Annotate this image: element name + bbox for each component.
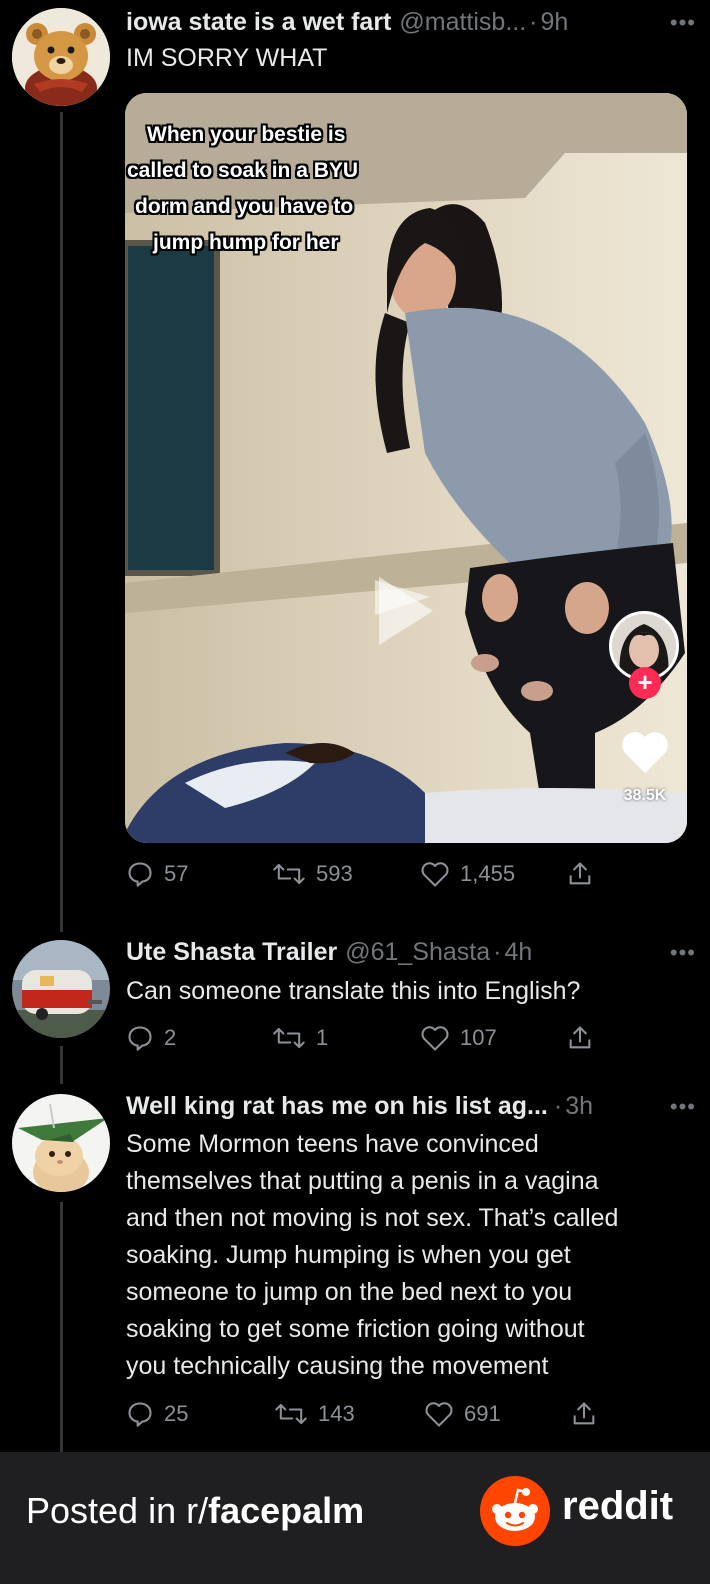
thread-line	[60, 1202, 63, 1452]
tweet-text-line: someone to jump on the bed next to you	[126, 1278, 573, 1306]
share-icon	[566, 1024, 594, 1052]
tweet-text-line: themselves that putting a penis in a vag…	[126, 1167, 599, 1195]
tweet-text-line: soaking to get some friction going witho…	[126, 1315, 585, 1343]
retweet-count: 1	[316, 1025, 329, 1050]
like-count: 107	[460, 1025, 497, 1050]
reply-count: 25	[164, 1401, 189, 1426]
avatar[interactable]	[12, 940, 110, 1038]
retweet-button[interactable]: 143	[274, 1401, 424, 1427]
separator-dot: ·	[493, 938, 502, 966]
video-caption-line: dorm and you have to	[135, 195, 354, 218]
video-caption-line: called to soak in a BYU	[127, 159, 359, 182]
separator-dot: ·	[553, 1092, 563, 1120]
reddit-wordmark: reddit	[562, 1484, 674, 1528]
share-button[interactable]	[566, 860, 594, 888]
reddit-footer-banner: Posted in r/facepalm reddit	[0, 1452, 710, 1584]
reply-button[interactable]: 25	[126, 1400, 274, 1428]
tweet-text-line: you technically causing the movement	[126, 1352, 549, 1380]
video-caption-line: jump hump for her	[153, 231, 339, 254]
reply-count: 57	[164, 861, 189, 886]
like-button[interactable]: 691	[424, 1400, 570, 1428]
heart-outline-icon	[420, 860, 450, 888]
video-thumbnail[interactable]: When your bestie is called to soak in a …	[125, 93, 687, 843]
like-button[interactable]: 107	[420, 1024, 566, 1052]
posted-in-prefix: Posted in r/	[26, 1490, 209, 1531]
posted-in-label: Posted in r/facepalm	[26, 1490, 364, 1532]
tweet-actions: 57 593 1,455	[126, 860, 606, 888]
reply-button[interactable]: 2	[126, 1024, 272, 1052]
timestamp[interactable]: 3h	[565, 1092, 593, 1121]
thread-line	[60, 112, 63, 932]
like-count: 1,455	[460, 861, 516, 886]
user-handle[interactable]: @mattisb...	[399, 8, 526, 37]
tweet-actions: 2 1 107	[126, 1024, 606, 1052]
like-count: 691	[464, 1401, 501, 1426]
tweet-actions: 25 143 691	[126, 1400, 606, 1428]
reply-icon	[126, 1024, 154, 1052]
subreddit-name[interactable]: facepalm	[208, 1490, 364, 1531]
follow-plus-icon[interactable]: +	[629, 667, 661, 699]
video-like-count: 38.5K	[623, 787, 667, 804]
retweet-button[interactable]: 593	[272, 861, 420, 887]
retweet-count: 143	[318, 1401, 355, 1426]
display-name[interactable]: Well king rat has me on his list ag...	[126, 1092, 548, 1121]
more-options-icon[interactable]: •••	[670, 1094, 696, 1120]
avatar[interactable]	[12, 8, 110, 106]
tweet-header: Well king rat has me on his list ag... ·…	[126, 1092, 696, 1121]
timestamp[interactable]: 4h	[504, 938, 532, 967]
play-icon[interactable]	[375, 573, 437, 654]
reply-button[interactable]: 57	[126, 860, 272, 888]
retweet-button[interactable]: 1	[272, 1025, 420, 1051]
tweet-text: Some Mormon teens have convinced themsel…	[126, 1126, 704, 1385]
avatar[interactable]	[12, 1094, 110, 1192]
more-options-icon[interactable]: •••	[670, 940, 696, 966]
share-icon	[570, 1400, 598, 1428]
share-button[interactable]	[566, 1024, 594, 1052]
tweet-text-line: and then not moving is not sex. That’s c…	[126, 1204, 619, 1232]
thread-line	[60, 1046, 63, 1084]
video-caption-line: When your bestie is	[147, 123, 346, 146]
like-button[interactable]: 1,455	[420, 860, 566, 888]
heart-icon[interactable]	[619, 729, 671, 780]
more-options-icon[interactable]: •••	[670, 10, 696, 36]
tweet-header: iowa state is a wet fart @mattisb... · 9…	[126, 8, 696, 37]
reply-count: 2	[164, 1025, 177, 1050]
retweet-icon	[272, 1025, 306, 1051]
tweet-text: IM SORRY WHAT	[126, 44, 328, 72]
display-name[interactable]: iowa state is a wet fart	[126, 8, 391, 37]
separator-dot: ·	[529, 8, 538, 36]
tweet-text: Can someone translate this into English?	[126, 977, 581, 1005]
reddit-logo-icon	[480, 1476, 550, 1546]
tweet-text-line: soaking. Jump humping is when you get	[126, 1241, 571, 1269]
user-handle[interactable]: @61_Shasta	[345, 938, 490, 967]
share-icon	[566, 860, 594, 888]
tweet-text-line: Some Mormon teens have convinced	[126, 1130, 539, 1158]
display-name[interactable]: Ute Shasta Trailer	[126, 938, 337, 967]
heart-outline-icon	[420, 1024, 450, 1052]
reply-icon	[126, 860, 154, 888]
heart-outline-icon	[424, 1400, 454, 1428]
tweet-header: Ute Shasta Trailer @61_Shasta · 4h •••	[126, 938, 696, 967]
timestamp[interactable]: 9h	[541, 8, 569, 37]
retweet-icon	[272, 861, 306, 887]
retweet-icon	[274, 1401, 308, 1427]
reply-icon	[126, 1400, 154, 1428]
share-button[interactable]	[570, 1400, 598, 1428]
retweet-count: 593	[316, 861, 353, 886]
